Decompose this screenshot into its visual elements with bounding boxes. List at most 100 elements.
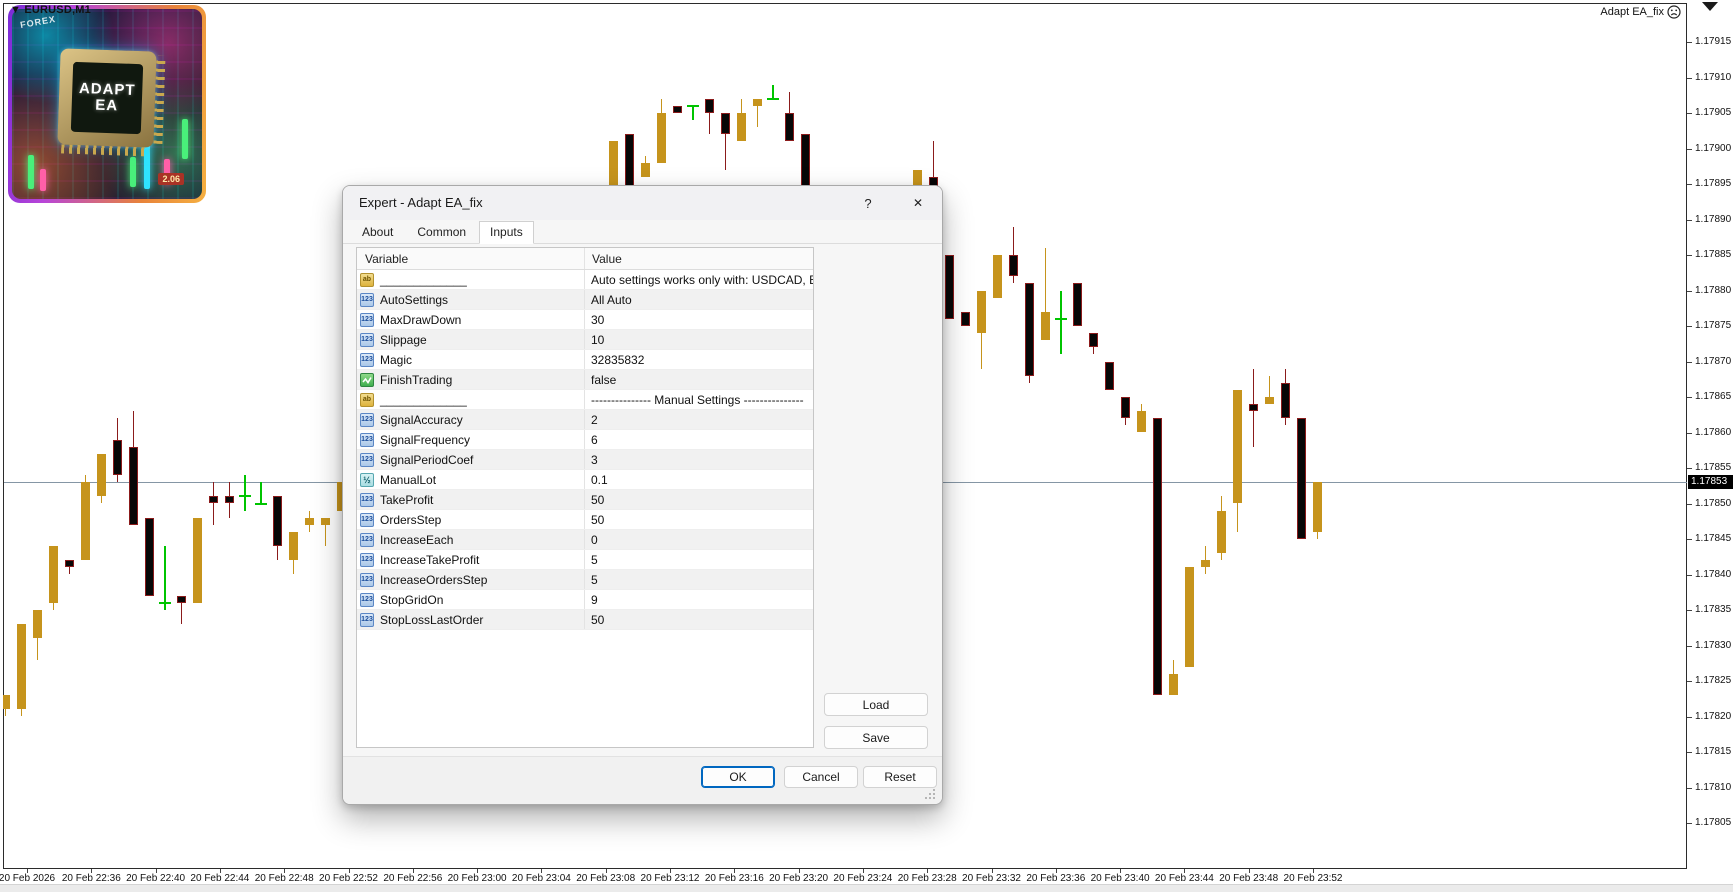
- table-row[interactable]: 123 AutoSettings All Auto: [357, 290, 813, 310]
- neon-bar-decoration: [130, 157, 136, 187]
- bear-candle: [944, 255, 954, 319]
- table-row[interactable]: 123 TakeProfit 50: [357, 490, 813, 510]
- cancel-button[interactable]: Cancel: [784, 766, 858, 788]
- table-row[interactable]: 123 SignalFrequency 6: [357, 430, 813, 450]
- variable-name: StopGridOn: [380, 592, 444, 607]
- tab-about[interactable]: About: [351, 221, 404, 244]
- variable-name: _____________: [380, 392, 467, 407]
- help-button[interactable]: ?: [856, 192, 880, 214]
- price-axis-label: 1.17905: [1695, 107, 1732, 118]
- bull-candle: [1264, 397, 1274, 405]
- table-row[interactable]: 123 OrdersStep 50: [357, 510, 813, 530]
- variable-name: IncreaseEach: [380, 532, 454, 547]
- price-axis-tick: [1687, 574, 1692, 576]
- logo-artwork: FOREX ADAPT EA 2.06: [12, 9, 202, 199]
- price-axis-tick: [1687, 113, 1692, 114]
- value-cell[interactable]: 50: [584, 510, 813, 529]
- table-row[interactable]: 123 IncreaseTakeProfit 5: [357, 550, 813, 570]
- value-cell[interactable]: 6: [584, 430, 813, 449]
- table-row[interactable]: ab _____________ --------------- Manual Se…: [357, 390, 813, 410]
- table-row[interactable]: 123 SignalAccuracy 2: [357, 410, 813, 430]
- resize-grip[interactable]: [925, 787, 937, 799]
- load-button[interactable]: Load: [824, 693, 928, 716]
- ok-button[interactable]: OK: [701, 766, 775, 788]
- value-cell[interactable]: 5: [584, 550, 813, 569]
- price-axis-tick: [1687, 42, 1692, 43]
- value-cell[interactable]: 10: [584, 330, 813, 349]
- bull-candle: [736, 113, 746, 142]
- value-cell[interactable]: 3: [584, 450, 813, 469]
- value-cell[interactable]: false: [584, 370, 813, 389]
- doji-candle: [255, 502, 267, 505]
- price-axis-tick: [1687, 752, 1692, 753]
- 123-type-icon: 123: [360, 332, 374, 347]
- table-row[interactable]: ½ ManualLot 0.1: [357, 470, 813, 490]
- value-cell[interactable]: 32835832: [584, 350, 813, 369]
- value-cell[interactable]: 0: [584, 530, 813, 549]
- neon-bar-decoration: [28, 155, 34, 189]
- close-icon[interactable]: ✕: [906, 192, 930, 214]
- value-cell[interactable]: All Auto: [584, 290, 813, 309]
- price-axis-label: 1.17865: [1695, 391, 1732, 402]
- variable-name: IncreaseTakeProfit: [380, 552, 480, 567]
- variable-name: MaxDrawDown: [380, 312, 462, 327]
- table-row[interactable]: 123 StopGridOn 9: [357, 590, 813, 610]
- ab-type-icon: ab: [360, 392, 374, 407]
- price-axis-label: 1.17810: [1695, 781, 1732, 793]
- bear-candle: [1120, 397, 1130, 419]
- candle-wick: [1060, 290, 1062, 355]
- dialog-titlebar[interactable]: Expert - Adapt EA_fix ? ✕: [343, 186, 942, 220]
- reset-button[interactable]: Reset: [863, 766, 937, 788]
- bull-candle: [640, 162, 650, 177]
- table-row[interactable]: ab _____________ Auto settings works only …: [357, 270, 813, 290]
- value-cell[interactable]: 50: [584, 610, 813, 629]
- bull-candle: [320, 517, 330, 525]
- bull-candle: [48, 546, 58, 603]
- value-cell[interactable]: 9: [584, 590, 813, 609]
- bull-candle: [3, 695, 10, 710]
- bull-candle: [96, 453, 106, 497]
- bull-candle: [976, 290, 986, 334]
- half-type-icon: ½: [360, 472, 374, 487]
- bear-candle: [128, 446, 138, 525]
- value-cell[interactable]: 0.1: [584, 470, 813, 489]
- price-axis-tick: [1687, 184, 1692, 185]
- tab-common[interactable]: Common: [406, 221, 477, 244]
- current-price-tag: 1.17853: [1688, 475, 1733, 489]
- bull-candle: [656, 113, 666, 163]
- ea-status-label[interactable]: Adapt EA_fix: [1600, 5, 1681, 19]
- price-axis-label: 1.17860: [1695, 426, 1732, 438]
- value-cell[interactable]: 50: [584, 490, 813, 509]
- ea-name-text: Adapt EA_fix: [1600, 6, 1664, 18]
- save-button[interactable]: Save: [824, 726, 928, 749]
- sad-face-icon[interactable]: [1667, 5, 1681, 19]
- expert-properties-dialog: Expert - Adapt EA_fix ? ✕ About Common Inp…: [342, 185, 943, 805]
- bear-candle: [112, 439, 122, 476]
- variable-name: Magic: [380, 352, 413, 367]
- table-row[interactable]: 123 IncreaseOrdersStep 5: [357, 570, 813, 590]
- tab-inputs[interactable]: Inputs: [479, 221, 534, 244]
- 123-type-icon: 123: [360, 612, 374, 627]
- table-row[interactable]: 123 StopLossLastOrder 50: [357, 610, 813, 630]
- table-row[interactable]: 123 Slippage 10: [357, 330, 813, 350]
- bull-candle: [192, 517, 202, 603]
- price-axis-label: 1.17875: [1695, 320, 1732, 331]
- value-cell[interactable]: 2: [584, 410, 813, 429]
- candle-wick: [244, 475, 246, 511]
- table-row[interactable]: FinishTrading false: [357, 370, 813, 390]
- value-cell[interactable]: 30: [584, 310, 813, 329]
- chart-shift-marker[interactable]: [1702, 2, 1718, 11]
- bull-candle: [608, 141, 618, 192]
- bull-candle: [32, 610, 42, 639]
- table-row[interactable]: 123 IncreaseEach 0: [357, 530, 813, 550]
- price-axis-label: 1.17880: [1695, 284, 1732, 296]
- value-cell[interactable]: Auto settings works only with: USDCAD, E…: [584, 270, 813, 289]
- table-row[interactable]: 123 MaxDrawDown 30: [357, 310, 813, 330]
- bull-candle: [80, 482, 90, 561]
- price-axis-tick: [1687, 77, 1692, 79]
- table-row[interactable]: 123 SignalPeriodCoef 3: [357, 450, 813, 470]
- value-cell[interactable]: 5: [584, 570, 813, 589]
- table-row[interactable]: 123 Magic 32835832: [357, 350, 813, 370]
- price-axis-tick: [1687, 787, 1692, 789]
- value-cell[interactable]: --------------- Manual Settings --------…: [584, 390, 813, 409]
